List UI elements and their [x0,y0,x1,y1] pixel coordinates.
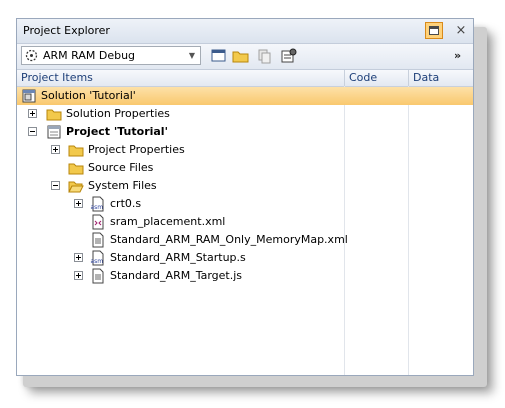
folder-icon[interactable] [232,48,249,64]
toolbar: ARM RAM Debug ▼ » [17,44,473,69]
svg-text:asm: asm [91,204,104,211]
chevron-down-icon[interactable]: ▼ [185,48,199,63]
tree-item[interactable]: sram_placement.xml [17,213,473,231]
expand-icon[interactable] [28,109,37,118]
tree-item[interactable]: Source Files [17,159,473,177]
title-bar[interactable]: Project Explorer × [17,19,473,44]
tree-item[interactable]: Standard_ARM_RAM_Only_MemoryMap.xml [17,231,473,249]
tree-item-label: crt0.s [110,197,142,210]
collapse-icon[interactable] [51,181,60,190]
close-button[interactable]: × [453,22,469,39]
project-tree-panel: Project Items Code Data Solution 'Tutori… [17,69,473,375]
tree-item-label: Source Files [88,161,154,174]
expand-icon[interactable] [74,271,83,280]
solution-icon [22,89,36,103]
svg-text:asm: asm [91,258,104,265]
configuration-value: ARM RAM Debug [43,49,136,62]
xml-file-icon [92,214,104,230]
configuration-combo[interactable]: ARM RAM Debug ▼ [21,46,201,65]
folder-icon [68,163,84,175]
text-file-icon [92,232,104,248]
folder-icon [68,145,84,157]
new-window-icon[interactable] [210,48,227,64]
restore-button[interactable] [425,22,443,39]
column-data[interactable]: Data [408,70,474,86]
window-title: Project Explorer [23,24,110,37]
tree-item-label: Standard_ARM_Startup.s [110,251,246,264]
tree-item-label: Project 'Tutorial' [66,125,168,138]
project-explorer-window: Project Explorer × ARM RAM Debug ▼ » Pro… [16,18,474,376]
column-project-items[interactable]: Project Items [17,70,344,86]
folder-icon [46,109,62,121]
tree-item[interactable]: Standard_ARM_Target.js [17,267,473,285]
tree-item-label: Solution Properties [66,107,170,120]
asm-file-icon: asm [91,196,104,212]
tree-item[interactable]: Solution 'Tutorial' [17,87,473,105]
configuration-icon [25,49,38,62]
expand-icon[interactable] [51,145,60,154]
tree-item-label: Standard_ARM_RAM_Only_MemoryMap.xml [110,233,348,246]
tree-item[interactable]: Solution Properties [17,105,473,123]
collapse-icon[interactable] [28,127,37,136]
project-icon [47,125,61,139]
tree-item-label: Project Properties [88,143,185,156]
expand-icon[interactable] [74,199,83,208]
tree-item-label: System Files [88,179,157,192]
tree-item-label: Standard_ARM_Target.js [110,269,243,282]
disabled-copy-icon[interactable] [256,48,273,64]
toolbar-overflow-button[interactable]: » [454,49,461,62]
tree-item[interactable]: Project Properties [17,141,473,159]
properties-icon[interactable] [280,48,297,64]
expand-icon[interactable] [74,253,83,262]
folder-open-icon [68,181,84,193]
tree-item[interactable]: Project 'Tutorial' [17,123,473,141]
column-code[interactable]: Code [344,70,408,86]
tree-item[interactable]: asm crt0.s [17,195,473,213]
asm-file-icon: asm [91,250,104,266]
tree-item-label: sram_placement.xml [110,215,226,228]
tree-item[interactable]: asm Standard_ARM_Startup.s [17,249,473,267]
tree-item[interactable]: System Files [17,177,473,195]
column-header: Project Items Code Data [17,70,473,87]
text-file-icon [92,268,104,284]
tree-item-label: Solution 'Tutorial' [41,89,136,102]
window-icon [429,26,439,35]
